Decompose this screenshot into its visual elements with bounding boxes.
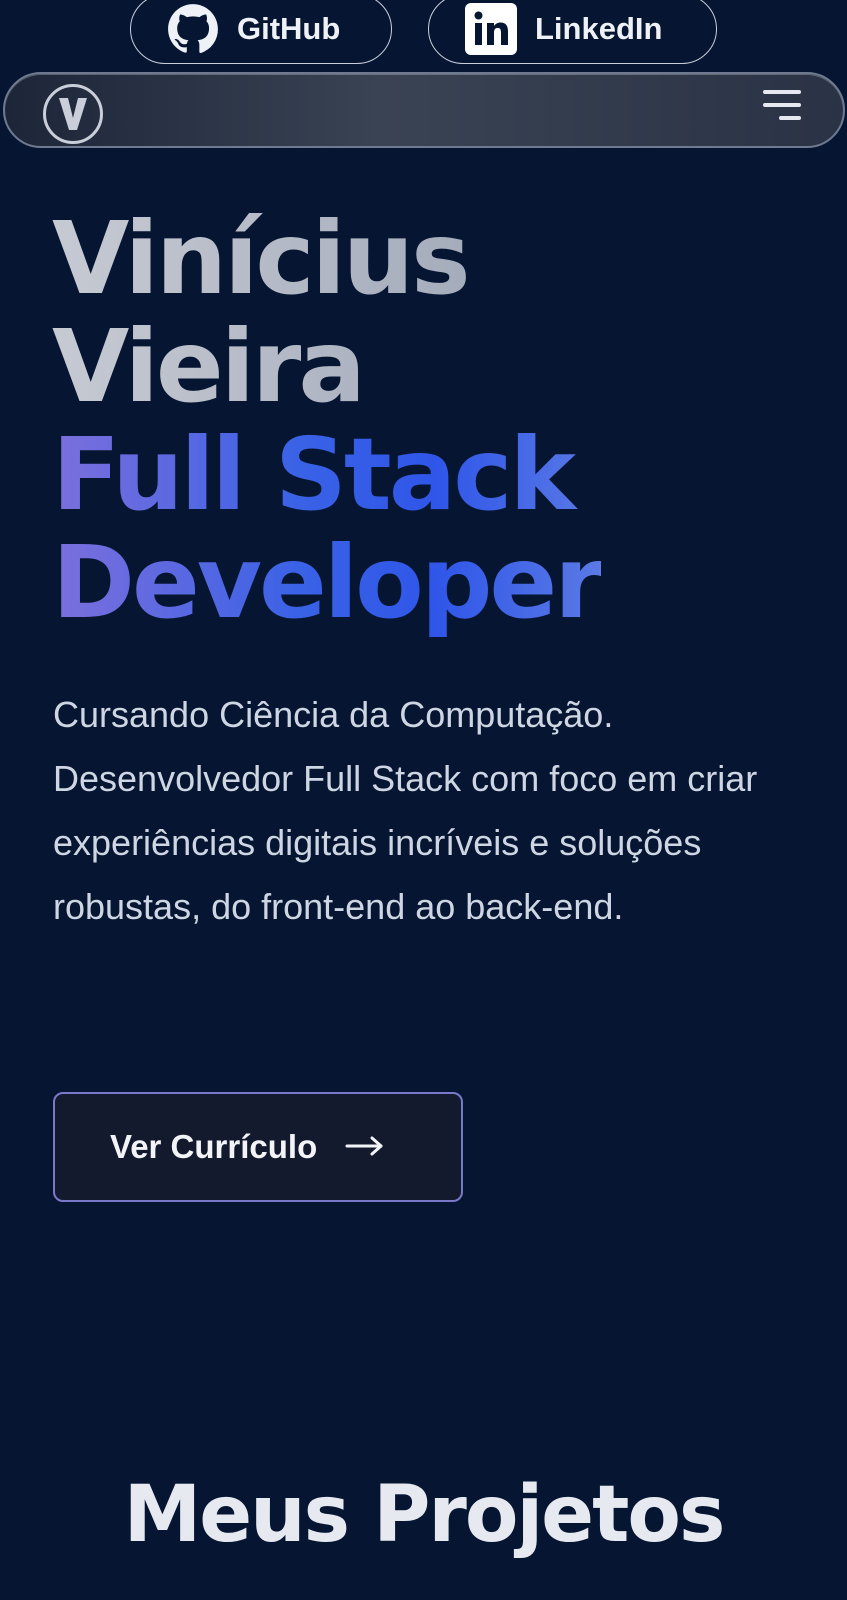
hamburger-menu-icon[interactable] xyxy=(759,86,803,126)
projects-section-title: Meus Projetos xyxy=(123,1470,726,1560)
resume-button-label: Ver Currículo xyxy=(110,1128,318,1165)
linkedin-label: LinkedIn xyxy=(535,11,663,46)
resume-button[interactable]: Ver Currículo xyxy=(53,1092,463,1202)
arrow-right-icon xyxy=(345,1128,385,1166)
github-icon xyxy=(167,3,219,55)
linkedin-link[interactable]: LinkedIn xyxy=(428,0,717,64)
logo-icon[interactable] xyxy=(43,84,103,144)
github-link[interactable]: GitHub xyxy=(130,0,392,64)
hero-description: Cursando Ciência da Computação. Desenvol… xyxy=(53,694,758,927)
hero-role-line2: Developer xyxy=(52,524,604,641)
linkedin-icon xyxy=(465,3,517,55)
hero-name-first: Vinícius xyxy=(52,205,601,313)
navbar xyxy=(3,72,845,148)
page: GitHub LinkedIn Vinícius Vieira Full Sta… xyxy=(0,0,847,1600)
hero-title: Vinícius Vieira Full Stack Developer xyxy=(52,205,604,641)
hero-name-last: Vieira xyxy=(52,313,601,421)
github-label: GitHub xyxy=(237,11,341,46)
hero-role-line1: Full Stack xyxy=(52,421,601,529)
